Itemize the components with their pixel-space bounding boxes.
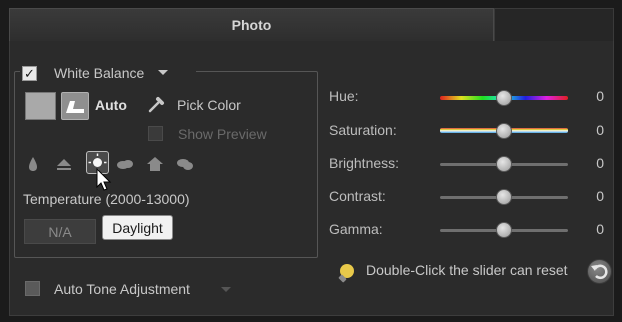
preset-tooltip: Daylight [102, 215, 173, 240]
hint-text: Double-Click the slider can reset [366, 262, 568, 278]
saturation-label: Saturation: [329, 122, 397, 138]
auto-white-balance-button[interactable] [61, 92, 89, 120]
brightness-label: Brightness: [329, 155, 400, 171]
contrast-slider-thumb[interactable] [496, 189, 512, 205]
auto-tone-label[interactable]: Auto Tone Adjustment [54, 281, 190, 297]
temperature-label: Temperature (2000-13000) [23, 191, 190, 207]
contrast-value: 0 [596, 188, 604, 204]
saturation-value: 0 [596, 122, 604, 138]
pick-color-label[interactable]: Pick Color [177, 97, 241, 113]
tooltip-text: Daylight [112, 219, 163, 236]
gamma-slider-thumb[interactable] [496, 222, 512, 238]
brightness-slider-thumb[interactable] [496, 156, 512, 172]
auto-wb-icon [66, 101, 84, 113]
show-preview-checkbox[interactable] [148, 126, 163, 141]
saturation-slider-thumb[interactable] [496, 123, 512, 139]
hue-value: 0 [596, 88, 604, 104]
gamma-label: Gamma: [329, 221, 383, 237]
preset-fluorescent-icon[interactable] [53, 153, 75, 175]
auto-tone-checkbox[interactable] [25, 281, 40, 296]
preset-candle-icon[interactable] [22, 153, 44, 175]
white-balance-label: White Balance [54, 65, 145, 81]
lightbulb-icon [334, 261, 358, 288]
hue-label: Hue: [329, 88, 359, 104]
preset-cloudy-icon[interactable] [114, 153, 136, 175]
auto-label: Auto [95, 97, 127, 113]
preset-shade-icon[interactable] [144, 153, 166, 175]
preset-overcast-icon[interactable] [174, 153, 196, 175]
hue-slider-thumb[interactable] [496, 90, 512, 106]
tab-secondary[interactable] [494, 8, 614, 41]
contrast-label: Contrast: [329, 188, 386, 204]
white-balance-checkbox[interactable]: ✓ [22, 66, 37, 81]
eyedropper-icon[interactable] [147, 94, 167, 117]
temperature-value: N/A [48, 223, 72, 240]
reset-button[interactable] [587, 259, 612, 284]
show-preview-label: Show Preview [178, 126, 267, 142]
tab-photo-label: Photo [231, 17, 272, 33]
temperature-value-field[interactable]: N/A [24, 219, 96, 244]
brightness-value: 0 [596, 155, 604, 171]
gamma-value: 0 [596, 221, 604, 237]
white-balance-dropdown-icon[interactable] [158, 70, 168, 75]
undo-icon [591, 264, 608, 280]
auto-tone-dropdown-icon[interactable] [221, 287, 231, 292]
color-swatch[interactable] [25, 92, 56, 120]
tab-photo[interactable]: Photo [9, 8, 494, 41]
